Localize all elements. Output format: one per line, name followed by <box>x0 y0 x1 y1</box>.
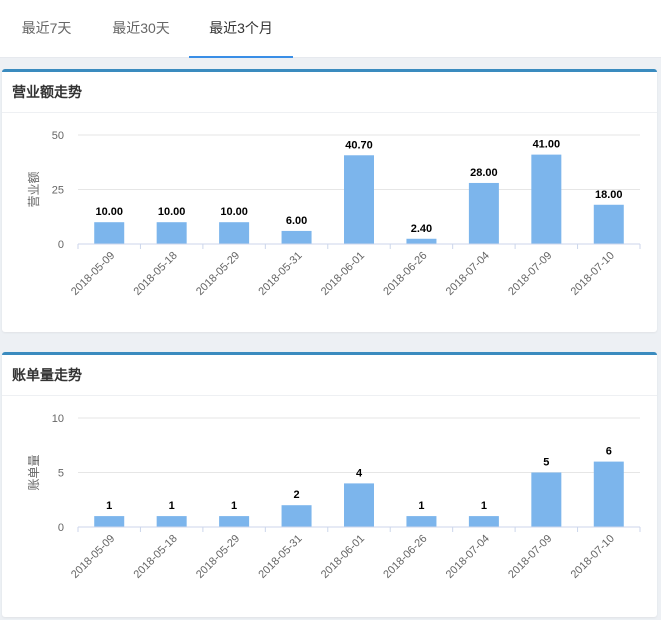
bar[interactable] <box>468 516 499 527</box>
revenue-trend-title: 营业额走势 <box>2 72 657 113</box>
x-tick-label: 2018-05-31 <box>256 250 304 298</box>
x-tick-label: 2018-07-09 <box>506 250 554 298</box>
y-tick-label: 25 <box>52 185 64 197</box>
bar-value-label: 28.00 <box>470 167 498 179</box>
y-tick-label: 0 <box>58 522 64 534</box>
x-tick-label: 2018-05-29 <box>194 533 242 581</box>
bar[interactable] <box>94 516 125 527</box>
y-tick-label: 5 <box>58 468 64 480</box>
y-axis-label: 账单量 <box>27 454 41 490</box>
x-tick-label: 2018-05-09 <box>69 533 117 581</box>
bar[interactable] <box>468 182 499 244</box>
x-tick-label: 2018-06-01 <box>319 250 367 298</box>
x-tick-label: 2018-06-26 <box>381 533 429 581</box>
bar-value-label: 10.00 <box>158 206 186 218</box>
y-axis-label: 营业额 <box>27 171 41 207</box>
bar[interactable] <box>593 204 624 244</box>
bar[interactable] <box>406 238 437 244</box>
bar-value-label: 1 <box>106 500 112 512</box>
bar-value-label: 18.00 <box>595 189 623 201</box>
bar-value-label: 40.70 <box>345 139 373 151</box>
bar[interactable] <box>531 472 562 528</box>
x-tick-label: 2018-06-26 <box>381 250 429 298</box>
bar[interactable] <box>344 155 374 244</box>
bar-value-label: 6 <box>606 446 612 458</box>
bar-value-label: 1 <box>169 500 175 512</box>
range-tabs: 最近7天 最近30天 最近3个月 <box>0 0 661 58</box>
x-tick-label: 2018-07-10 <box>569 533 617 581</box>
bar-value-label: 2.40 <box>411 223 432 235</box>
x-tick-label: 2018-06-01 <box>319 533 367 581</box>
bar[interactable] <box>156 222 187 244</box>
bar-value-label: 5 <box>543 457 549 469</box>
bar[interactable] <box>406 516 437 527</box>
bar[interactable] <box>593 461 624 527</box>
x-tick-label: 2018-05-18 <box>132 533 180 581</box>
x-tick-label: 2018-05-09 <box>69 250 117 298</box>
revenue-bar-chart: 0 25 50 营业额 10.00 2018-05-09 10.00 2018-05-18 10… <box>27 130 641 298</box>
x-tick-label: 2018-07-10 <box>569 250 617 298</box>
bar-value-label: 10.00 <box>95 206 123 218</box>
x-tick-label: 2018-05-31 <box>256 533 304 581</box>
bar-value-label: 2 <box>293 489 299 501</box>
bar-value-label: 41.00 <box>533 139 561 151</box>
bill-count-trend-title: 账单量走势 <box>2 355 657 396</box>
y-tick-label: 10 <box>52 413 64 425</box>
x-tick-label: 2018-05-18 <box>132 250 180 298</box>
bar[interactable] <box>531 154 562 244</box>
bar[interactable] <box>156 516 187 527</box>
bar[interactable] <box>281 230 312 244</box>
bill-count-bar-chart: 0 5 10 账单量 1 2018-05-09 1 2018-05-18 1 2018-05-29… <box>27 413 641 581</box>
bar[interactable] <box>219 516 250 527</box>
bar[interactable] <box>344 483 374 527</box>
bar-value-label: 1 <box>231 500 237 512</box>
bar-value-label: 1 <box>481 500 487 512</box>
bar-value-label: 4 <box>356 467 363 479</box>
x-tick-label: 2018-07-09 <box>506 533 554 581</box>
tab-last-7-days[interactable]: 最近7天 <box>0 0 93 58</box>
bar[interactable] <box>219 222 250 244</box>
bar-value-label: 6.00 <box>286 215 307 227</box>
bill-count-trend-card: 账单量走势 0 5 10 账单量 1 2018-05-09 1 2018-05-18 1 2018… <box>2 352 657 617</box>
x-tick-label: 2018-07-04 <box>444 250 492 298</box>
revenue-trend-card: 营业额走势 0 25 50 营业额 10.00 2018-05-09 10.00 2018-0… <box>2 69 657 332</box>
bar-value-label: 10.00 <box>220 206 248 218</box>
tab-last-30-days[interactable]: 最近30天 <box>94 0 188 58</box>
bar-value-label: 1 <box>418 500 424 512</box>
y-tick-label: 50 <box>52 130 64 142</box>
tab-last-3-months[interactable]: 最近3个月 <box>189 0 293 58</box>
bar[interactable] <box>281 505 312 527</box>
y-tick-label: 0 <box>58 239 64 251</box>
bar[interactable] <box>94 222 125 244</box>
x-tick-label: 2018-05-29 <box>194 250 242 298</box>
x-tick-label: 2018-07-04 <box>444 533 492 581</box>
